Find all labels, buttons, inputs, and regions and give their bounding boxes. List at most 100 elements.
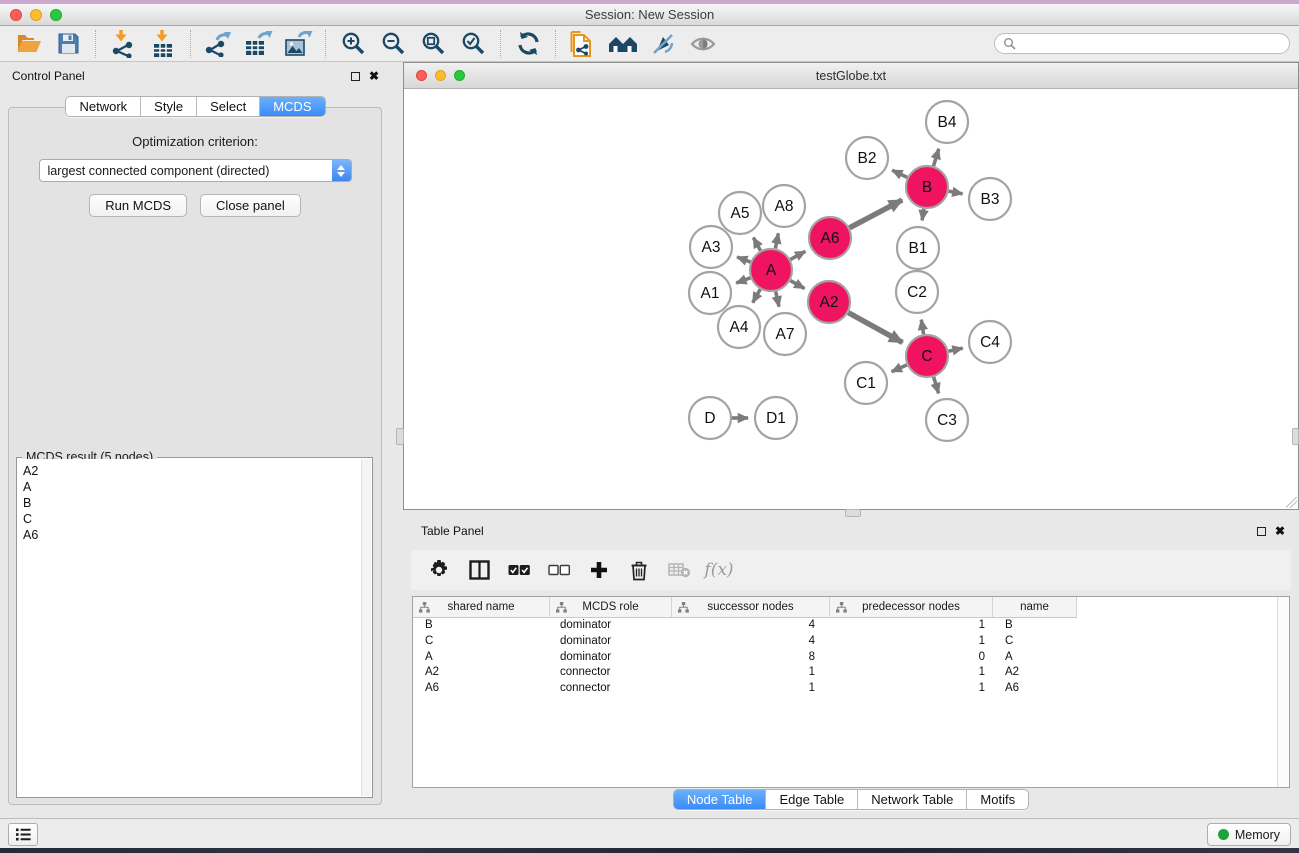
graph-edge-A6-B[interactable] [850, 200, 903, 228]
search-input[interactable] [1016, 34, 1289, 53]
apply-layout-button[interactable] [508, 29, 548, 59]
cell-shared_name[interactable]: A2 [413, 665, 550, 681]
column-header-name[interactable]: name [993, 597, 1077, 618]
column-header-successor-nodes[interactable]: successor nodes [672, 597, 830, 618]
import-network-button[interactable] [103, 29, 143, 59]
splitter-grip-bottom[interactable] [845, 509, 861, 517]
close-panel-icon[interactable]: ✖ [369, 70, 379, 82]
zoom-selected-button[interactable] [453, 29, 493, 59]
export-image-button[interactable] [278, 29, 318, 59]
graph-node-D[interactable]: D [689, 397, 731, 439]
graph-node-A1[interactable]: A1 [689, 272, 731, 314]
delete-table-button[interactable] [661, 555, 697, 585]
delete-column-button[interactable] [621, 555, 657, 585]
column-header-predecessor-nodes[interactable]: predecessor nodes [830, 597, 993, 618]
table-row[interactable]: Cdominator41C [413, 634, 1077, 650]
graph-node-C2[interactable]: C2 [896, 271, 938, 313]
import-table-button[interactable] [143, 29, 183, 59]
mcds-result-item[interactable]: C [23, 511, 361, 527]
graph-node-A4[interactable]: A4 [718, 306, 760, 348]
cell-name[interactable]: C [993, 634, 1077, 650]
mcds-result-item[interactable]: A [23, 479, 361, 495]
table-row[interactable]: A6connector11A6 [413, 681, 1077, 697]
splitter-grip-left[interactable] [396, 428, 404, 445]
float-panel-icon[interactable] [351, 72, 360, 81]
tab-node-table[interactable]: Node Table [674, 790, 767, 809]
mcds-result-list[interactable]: A2ABCA6 [18, 459, 361, 796]
cell-name[interactable]: A6 [993, 681, 1077, 697]
graph-node-A8[interactable]: A8 [763, 185, 805, 227]
tab-network[interactable]: Network [66, 97, 141, 116]
cell-mcds_role[interactable]: dominator [550, 634, 672, 650]
graph-edge-A-A6[interactable] [790, 251, 805, 259]
open-session-button[interactable] [8, 29, 48, 59]
graph-node-A5[interactable]: A5 [719, 192, 761, 234]
tab-motifs[interactable]: Motifs [967, 790, 1028, 809]
cell-shared_name[interactable]: B [413, 618, 550, 634]
cell-predecessor[interactable]: 1 [830, 618, 993, 634]
criterion-dropdown[interactable]: largest connected component (directed) [39, 159, 352, 182]
mcds-result-scrollbar[interactable] [361, 459, 371, 796]
graph-node-B[interactable]: B [906, 166, 948, 208]
graph-edge-A-A5[interactable] [753, 238, 760, 251]
create-column-button[interactable] [581, 555, 617, 585]
close-table-panel-icon[interactable]: ✖ [1275, 525, 1285, 537]
search-box[interactable] [994, 33, 1290, 54]
graph-node-A6[interactable]: A6 [809, 217, 851, 259]
graph-edge-A-A4[interactable] [753, 289, 761, 302]
mcds-result-item[interactable]: A6 [23, 527, 361, 543]
graph-edge-B-B1[interactable] [922, 209, 924, 221]
table-row[interactable]: A2connector11A2 [413, 665, 1077, 681]
cell-predecessor[interactable]: 1 [830, 634, 993, 650]
tab-mcds[interactable]: MCDS [260, 97, 324, 116]
cybrowser-home-button[interactable] [603, 29, 643, 59]
graph-node-A7[interactable]: A7 [764, 313, 806, 355]
cell-name[interactable]: A [993, 650, 1077, 666]
graph-node-A3[interactable]: A3 [690, 226, 732, 268]
cell-mcds_role[interactable]: dominator [550, 618, 672, 634]
cell-predecessor[interactable]: 0 [830, 650, 993, 666]
graph-edge-B-B4[interactable] [934, 149, 939, 166]
graph-edge-A-A7[interactable] [776, 292, 779, 307]
eye-button[interactable] [683, 29, 723, 59]
cell-successor[interactable]: 1 [672, 681, 830, 697]
graph-node-D1[interactable]: D1 [755, 397, 797, 439]
graph-node-A2[interactable]: A2 [808, 281, 850, 323]
zoom-in-button[interactable] [333, 29, 373, 59]
graph-node-A[interactable]: A [750, 249, 792, 291]
cell-mcds_role[interactable]: connector [550, 665, 672, 681]
graph-edge-B-B3[interactable] [949, 191, 963, 194]
cell-predecessor[interactable]: 1 [830, 681, 993, 697]
memory-button[interactable]: Memory [1207, 823, 1291, 846]
table-settings-button[interactable] [421, 555, 457, 585]
network-window-titlebar[interactable]: testGlobe.txt [404, 63, 1298, 89]
cell-successor[interactable]: 1 [672, 665, 830, 681]
cell-shared_name[interactable]: A [413, 650, 550, 666]
cell-name[interactable]: A2 [993, 665, 1077, 681]
graph-node-B4[interactable]: B4 [926, 101, 968, 143]
splitter-grip-right[interactable] [1292, 428, 1299, 445]
mcds-result-item[interactable]: A2 [23, 463, 361, 479]
tab-select[interactable]: Select [197, 97, 260, 116]
zoom-fit-button[interactable] [413, 29, 453, 59]
network-canvas[interactable]: AA1A2A3A4A5A6A7A8BB1B2B3B4CC1C2C3C4DD1 [404, 89, 1298, 509]
network-from-file-button[interactable] [563, 29, 603, 59]
cell-successor[interactable]: 4 [672, 634, 830, 650]
graph-node-B1[interactable]: B1 [897, 227, 939, 269]
cell-name[interactable]: B [993, 618, 1077, 634]
resize-grip-icon[interactable] [1286, 497, 1297, 508]
graph-edge-A-A2[interactable] [790, 281, 804, 289]
graph-node-C1[interactable]: C1 [845, 362, 887, 404]
cell-successor[interactable]: 8 [672, 650, 830, 666]
run-mcds-button[interactable]: Run MCDS [89, 194, 187, 217]
graph-edge-C-C2[interactable] [921, 320, 923, 335]
table-row[interactable]: Bdominator41B [413, 618, 1077, 634]
graph-edge-C-C1[interactable] [892, 365, 907, 372]
tab-style[interactable]: Style [141, 97, 197, 116]
cell-mcds_role[interactable]: connector [550, 681, 672, 697]
column-panel-button[interactable] [461, 555, 497, 585]
function-builder-button[interactable]: f(x) [701, 555, 737, 585]
graph-edge-B-B2[interactable] [892, 170, 907, 177]
table-row[interactable]: Adominator80A [413, 650, 1077, 666]
graph-node-B3[interactable]: B3 [969, 178, 1011, 220]
